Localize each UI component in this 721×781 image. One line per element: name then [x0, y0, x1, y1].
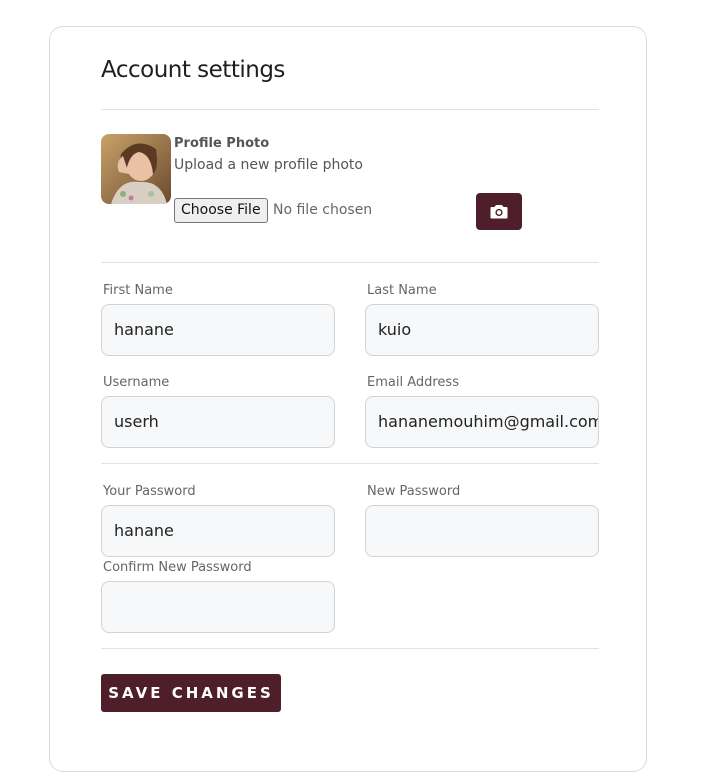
profile-photo-label: Profile Photo — [174, 136, 270, 151]
profile-avatar — [101, 134, 171, 204]
username-input[interactable]: userh — [101, 396, 335, 448]
camera-icon — [490, 205, 508, 219]
save-changes-button[interactable]: SAVE CHANGES — [101, 674, 281, 712]
email-label: Email Address — [367, 375, 459, 390]
confirm-new-password-label: Confirm New Password — [103, 560, 252, 575]
choose-file-button[interactable]: Choose File — [174, 198, 268, 223]
page-title: Account settings — [101, 57, 285, 83]
email-input[interactable]: hananemouhim@gmail.com — [365, 396, 599, 448]
divider — [101, 463, 599, 464]
divider — [101, 262, 599, 263]
avatar-image — [101, 134, 171, 204]
last-name-label: Last Name — [367, 283, 437, 298]
new-password-label: New Password — [367, 484, 461, 499]
confirm-new-password-input[interactable] — [101, 581, 335, 633]
profile-photo-hint: Upload a new profile photo — [174, 157, 363, 173]
your-password-label: Your Password — [103, 484, 196, 499]
divider — [101, 648, 599, 649]
first-name-input[interactable]: hanane — [101, 304, 335, 356]
file-status-text: No file chosen — [273, 202, 373, 218]
divider — [101, 109, 599, 110]
upload-photo-button[interactable] — [476, 193, 522, 230]
username-label: Username — [103, 375, 170, 390]
new-password-input[interactable] — [365, 505, 599, 557]
last-name-input[interactable]: kuio — [365, 304, 599, 356]
first-name-label: First Name — [103, 283, 173, 298]
your-password-input[interactable]: hanane — [101, 505, 335, 557]
account-settings-card: Account settings Profile Photo Upload a … — [49, 26, 647, 772]
